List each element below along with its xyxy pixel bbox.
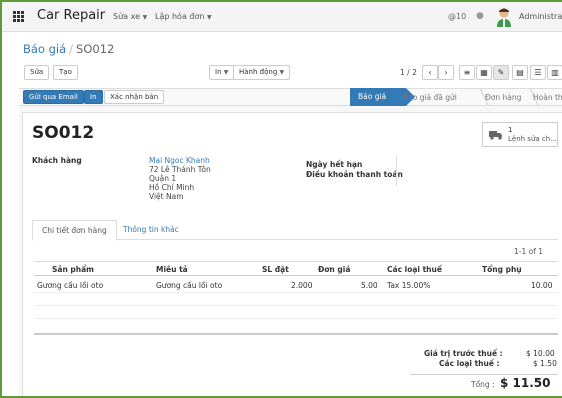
confirm-sale-button[interactable]: Xác nhận bán (104, 90, 165, 104)
breadcrumb-parent[interactable]: Báo giá (23, 42, 66, 56)
cell-quantity: 2.000 (291, 281, 313, 290)
customer-label: Khách hàng (32, 156, 82, 165)
untaxed-amount-value: $ 10.00 (526, 349, 555, 358)
address-district: Quận 1 (149, 174, 177, 183)
smart-button-label: Lệnh sửa ch... (508, 135, 557, 143)
chat-icon[interactable]: ● (476, 11, 484, 21)
edit-button[interactable]: Sửa (24, 65, 50, 80)
kanban-view-icon[interactable]: ▦ (476, 65, 492, 80)
total-value: $ 11.50 (500, 376, 551, 390)
address-street: 72 Lê Thánh Tôn (149, 165, 211, 174)
row-divider (34, 305, 558, 306)
menu-invoicing-label: Lập hóa đơn (155, 12, 205, 21)
table-footer-line (34, 333, 558, 335)
caret-down-icon: ▼ (206, 14, 212, 21)
print-button[interactable]: In (84, 90, 103, 104)
address-country: Việt Nam (149, 192, 184, 201)
print-dropdown-label: In (215, 68, 222, 76)
pager-value[interactable]: 1 / 2 (400, 68, 417, 77)
pager-previous-button[interactable]: ‹ (422, 65, 438, 80)
menu-repair-label: Sửa xe (113, 12, 141, 21)
window-frame: Car Repair Sửa xe ▼ Lập hóa đơn ▼ @10 ● … (0, 0, 562, 398)
payment-terms-label: Điều khoản thanh toán (306, 170, 403, 179)
breadcrumb: Báo giá / SO012 (23, 42, 114, 56)
stage-done[interactable]: Hoàn thành (533, 93, 562, 102)
breadcrumb-current: SO012 (76, 42, 115, 56)
customer-address: Mai Ngoc Khanh 72 Lê Thánh Tôn Quận 1 Hồ… (149, 156, 211, 201)
row-divider (34, 292, 558, 293)
avatar[interactable] (495, 7, 513, 27)
smart-button-count: 1 (508, 126, 513, 134)
stage-quotation-sent[interactable]: Báo giá đã gửi (403, 93, 457, 102)
expiry-date-label: Ngày hết hạn (306, 160, 363, 169)
truck-icon (489, 131, 502, 140)
user-name[interactable]: Administrator (519, 12, 562, 21)
tab-order-lines[interactable]: Chi tiết đơn hàng (32, 220, 117, 241)
totals-divider (410, 374, 558, 375)
untaxed-amount-label: Giá trị trước thuế : (424, 349, 503, 358)
repair-orders-smart-button[interactable]: 1 Lệnh sửa ch... (482, 122, 558, 147)
create-button[interactable]: Tạo (53, 65, 78, 80)
cell-unit-price: 5.00 (361, 281, 378, 290)
list-view-icon[interactable]: ≡ (459, 65, 475, 80)
calendar-view-icon[interactable]: ▤ (512, 65, 528, 80)
column-subtotal[interactable]: Tổng phụ (482, 265, 522, 274)
column-unit-price[interactable]: Đơn giá (318, 265, 350, 274)
field-divider (396, 156, 397, 186)
status-bar: Gửi qua Email In Xác nhận bán Báo giá Bá… (19, 88, 562, 106)
column-taxes[interactable]: Các loại thuế (387, 265, 442, 274)
caret-down-icon: ▼ (142, 14, 148, 21)
taxes-amount-value: $ 1.50 (533, 359, 557, 368)
cell-taxes: Tax 15.00% (387, 281, 431, 290)
print-dropdown[interactable]: In ▼ (209, 65, 235, 80)
address-city: Hồ Chí Minh (149, 183, 195, 192)
action-dropdown-label: Hành động (239, 68, 278, 76)
cell-description: Gương cầu lồi oto (156, 281, 223, 290)
messages-counter[interactable]: @10 (448, 12, 466, 21)
notebook-tabs: Chi tiết đơn hàng Thông tin khác (32, 220, 558, 241)
table-header: Sản phẩm Miêu tả SL đặt Đơn giá Các loại… (34, 261, 558, 276)
stage-quotation[interactable]: Báo giá (350, 88, 415, 106)
graph-view-icon[interactable]: ▥ (547, 65, 562, 80)
action-dropdown[interactable]: Hành động ▼ (233, 65, 291, 80)
caret-down-icon: ▼ (279, 69, 285, 76)
record-title: SO012 (32, 123, 95, 143)
breadcrumb-separator: / (69, 42, 74, 56)
taxes-amount-label: Các loại thuế : (439, 359, 500, 368)
column-quantity[interactable]: SL đặt (262, 265, 289, 274)
customer-name-link[interactable]: Mai Ngoc Khanh (149, 156, 211, 165)
pivot-view-icon[interactable]: ☰ (530, 65, 546, 80)
app-title[interactable]: Car Repair (37, 8, 105, 23)
column-description[interactable]: Miêu tả (156, 265, 188, 274)
form-view-icon[interactable]: ✎ (493, 65, 509, 80)
total-label: Tổng : (471, 380, 495, 389)
stage-sales-order[interactable]: Đơn hàng (485, 93, 521, 102)
column-product[interactable]: Sản phẩm (52, 265, 94, 274)
cell-subtotal: 10.00 (531, 281, 553, 290)
menu-invoicing[interactable]: Lập hóa đơn ▼ (155, 12, 212, 21)
top-navbar: Car Repair Sửa xe ▼ Lập hóa đơn ▼ @10 ● … (2, 2, 562, 32)
row-divider (34, 318, 558, 319)
pager-next-button[interactable]: › (438, 65, 454, 80)
list-range: 1-1 of 1 (514, 247, 544, 256)
cell-product: Gương cầu lồi oto (37, 281, 104, 290)
menu-repair[interactable]: Sửa xe ▼ (113, 12, 147, 21)
apps-menu-icon[interactable] (13, 11, 25, 22)
caret-down-icon: ▼ (223, 69, 229, 76)
tab-other-info[interactable]: Thông tin khác (114, 220, 188, 241)
send-email-button[interactable]: Gửi qua Email (23, 90, 84, 104)
